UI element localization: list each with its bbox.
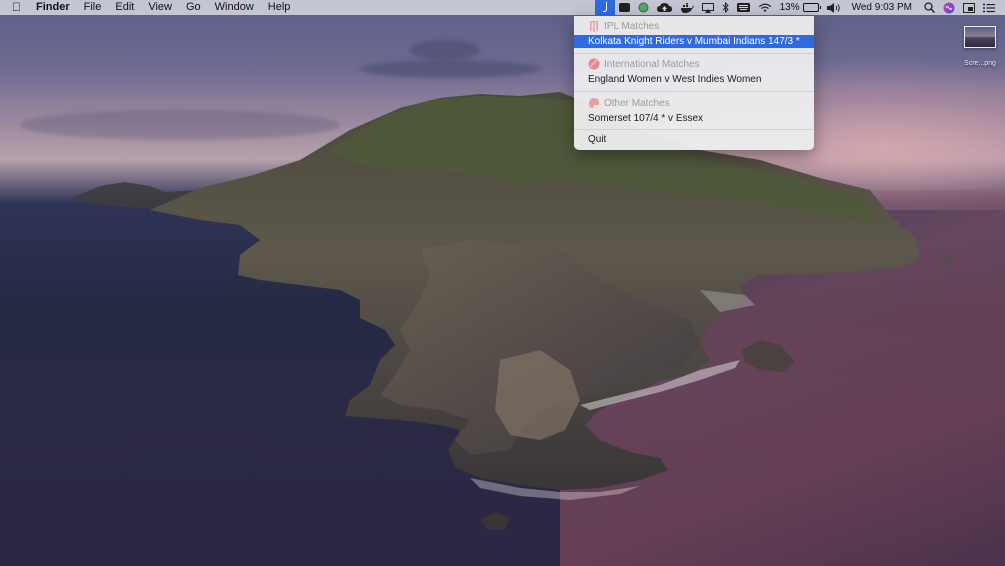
volume-icon[interactable]: [823, 0, 846, 15]
cricket-stumps-icon: [589, 21, 599, 32]
menu-view[interactable]: View: [141, 0, 179, 15]
wifi-icon[interactable]: [754, 0, 776, 15]
section-header-ipl: IPL Matches: [588, 20, 659, 32]
section-header-international: International Matches: [588, 58, 700, 70]
menu-window[interactable]: Window: [208, 0, 261, 15]
desktop: Scre...png  Finder File Edit View Go Wi…: [0, 0, 1005, 566]
quit-menu-item[interactable]: Quit: [574, 133, 814, 146]
spotlight-search-icon[interactable]: [920, 0, 939, 15]
menu-edit[interactable]: Edit: [108, 0, 141, 15]
cricket-helmet-icon: [589, 98, 599, 108]
zoom-icon[interactable]: [615, 0, 634, 15]
menu-go[interactable]: Go: [179, 0, 208, 15]
cloud-upload-icon[interactable]: [653, 0, 676, 15]
docker-icon[interactable]: [676, 0, 698, 15]
menu-item-match[interactable]: Kolkata Knight Riders v Mumbai Indians 1…: [574, 35, 814, 48]
siri-icon[interactable]: [939, 0, 959, 15]
menu-item-match[interactable]: England Women v West Indies Women: [574, 73, 814, 86]
cricket-status-icon[interactable]: [594, 0, 615, 15]
menu-item-match[interactable]: Somerset 107/4 * v Essex: [574, 112, 814, 125]
cricket-ball-icon: [588, 58, 600, 70]
menu-help[interactable]: Help: [261, 0, 298, 15]
apple-menu-icon[interactable]: : [0, 0, 29, 15]
app-menu-finder[interactable]: Finder: [29, 0, 77, 15]
menu-separator: [574, 53, 814, 54]
globe-icon[interactable]: [634, 0, 653, 15]
cricket-scores-menu: IPL Matches Kolkata Knight Riders v Mumb…: [574, 16, 814, 150]
menu-separator: [574, 91, 814, 92]
keyboard-input-icon[interactable]: [733, 0, 754, 15]
file-thumbnail[interactable]: [964, 26, 996, 48]
battery-icon: [802, 3, 821, 12]
island-landscape: [72, 92, 955, 530]
menu-bar:  Finder File Edit View Go Window Help: [0, 0, 1005, 15]
battery-status[interactable]: 13%: [776, 0, 823, 15]
section-title: IPL Matches: [604, 20, 660, 32]
menu-file[interactable]: File: [77, 0, 109, 15]
section-title: International Matches: [604, 58, 700, 70]
file-label[interactable]: Scre...png: [958, 60, 1002, 67]
battery-percent: 13%: [779, 2, 800, 13]
section-header-other: Other Matches: [588, 97, 670, 109]
notification-center-icon[interactable]: [979, 0, 1005, 15]
menu-separator: [574, 129, 814, 130]
screen-sharing-icon[interactable]: [959, 0, 979, 15]
section-title: Other Matches: [604, 97, 670, 109]
desktop-file-screenshot[interactable]: Scre...png: [958, 26, 1002, 67]
airplay-icon[interactable]: [698, 0, 718, 15]
clock[interactable]: Wed 9:03 PM: [846, 0, 920, 15]
bluetooth-icon[interactable]: [718, 0, 733, 15]
